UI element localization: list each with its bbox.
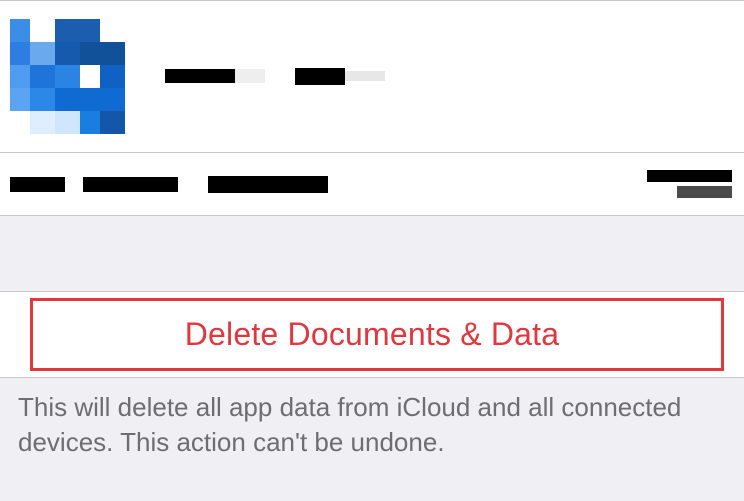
info-row-label-redacted (10, 176, 328, 193)
delete-documents-button[interactable]: Delete Documents & Data (185, 316, 560, 352)
app-name-redacted (165, 68, 385, 86)
info-row[interactable] (0, 153, 744, 215)
delete-warning-footer: This will delete all app data from iClou… (0, 378, 744, 460)
section-gap (0, 216, 744, 291)
info-row-value-redacted (647, 170, 734, 198)
delete-documents-row[interactable]: Delete Documents & Data (0, 291, 744, 378)
app-header-row (0, 1, 744, 152)
app-icon (10, 19, 125, 134)
